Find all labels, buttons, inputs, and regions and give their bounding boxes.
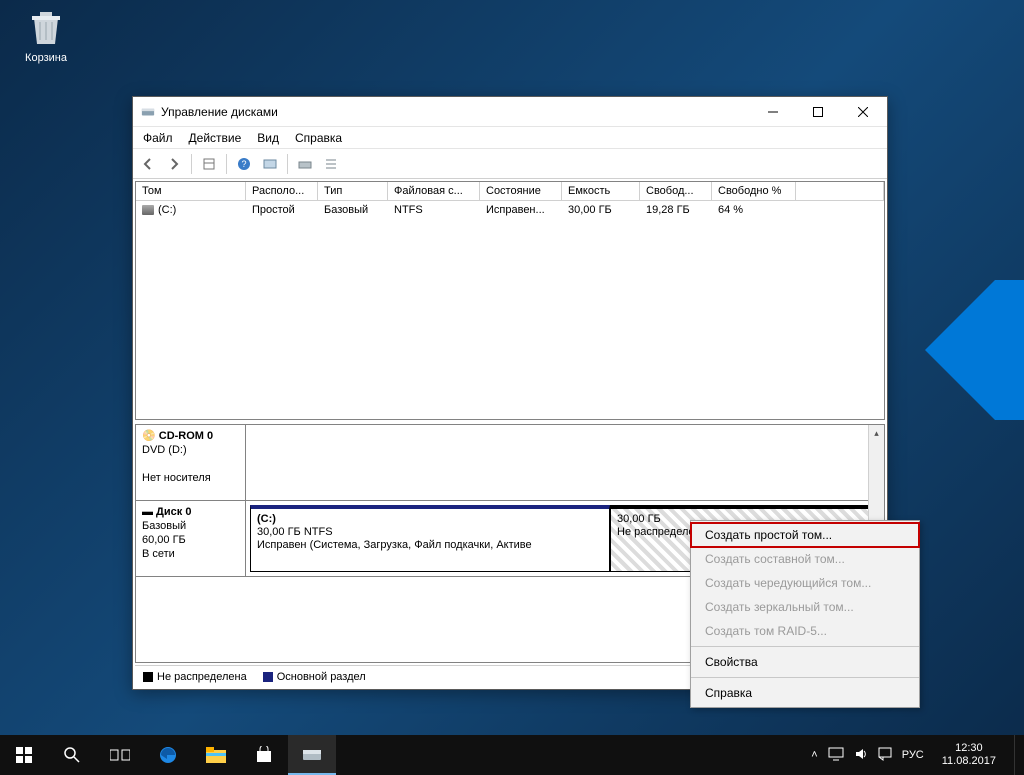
context-menu-item: Создать зеркальный том...: [691, 595, 919, 619]
volume-list-body[interactable]: (C:)ПростойБазовыйNTFSИсправен...30,00 Г…: [136, 201, 884, 419]
start-button[interactable]: [0, 735, 48, 775]
search-button[interactable]: [48, 735, 96, 775]
taskbar: ˄ РУС 12:30 11.08.2017: [0, 735, 1024, 775]
volume-row[interactable]: (C:)ПростойБазовыйNTFSИсправен...30,00 Г…: [136, 201, 884, 219]
windows-flag-decor: [884, 280, 1024, 420]
col-free-pct[interactable]: Свободно %: [712, 182, 796, 200]
col-volume[interactable]: Том: [136, 182, 246, 200]
task-view-button[interactable]: [96, 735, 144, 775]
tray-show-desktop[interactable]: [1014, 735, 1020, 775]
tray-time: 12:30: [942, 742, 996, 755]
context-menu-item: Создать чередующийся том...: [691, 571, 919, 595]
forward-button[interactable]: [163, 153, 185, 175]
toolbar-disk-icon[interactable]: [294, 153, 316, 175]
col-fs[interactable]: Файловая с...: [388, 182, 480, 200]
taskbar-disk-mgmt[interactable]: [288, 735, 336, 775]
desktop-recycle-bin[interactable]: Корзина: [16, 8, 76, 64]
maximize-button[interactable]: [795, 98, 840, 126]
context-menu: Создать простой том...Создать составной …: [690, 520, 920, 708]
toolbar: ?: [133, 149, 887, 179]
tray-volume-icon[interactable]: [854, 747, 868, 764]
help-icon[interactable]: ?: [233, 153, 255, 175]
tray-monitor-icon[interactable]: [828, 747, 844, 764]
context-menu-properties[interactable]: Свойства: [691, 650, 919, 674]
volume-list: Том Располо... Тип Файловая с... Состоян…: [135, 181, 885, 420]
col-status[interactable]: Состояние: [480, 182, 562, 200]
col-layout[interactable]: Располо...: [246, 182, 318, 200]
legend-unallocated: Не распределена: [143, 671, 247, 683]
disk-row: 📀 CD-ROM 0DVD (D:)Нет носителя: [136, 425, 884, 501]
disk-header[interactable]: 📀 CD-ROM 0DVD (D:)Нет носителя: [136, 425, 246, 500]
toolbar-options-icon[interactable]: [198, 153, 220, 175]
close-button[interactable]: [840, 98, 885, 126]
col-type[interactable]: Тип: [318, 182, 388, 200]
context-menu-item: Создать том RAID-5...: [691, 619, 919, 643]
desktop-recycle-bin-label: Корзина: [25, 52, 67, 64]
system-tray: ˄ РУС 12:30 11.08.2017: [807, 735, 1024, 775]
tray-chevron-icon[interactable]: ˄: [811, 749, 817, 761]
context-menu-item: Создать составной том...: [691, 547, 919, 571]
menu-bar: Файл Действие Вид Справка: [133, 127, 887, 149]
taskbar-explorer[interactable]: [192, 735, 240, 775]
menu-view[interactable]: Вид: [249, 128, 287, 148]
taskbar-edge[interactable]: [144, 735, 192, 775]
titlebar[interactable]: Управление дисками: [133, 97, 887, 127]
tray-notifications-icon[interactable]: [878, 747, 892, 764]
tray-clock[interactable]: 12:30 11.08.2017: [934, 742, 1004, 768]
window-title: Управление дисками: [161, 105, 750, 119]
partition-primary[interactable]: (C:)30,00 ГБ NTFSИсправен (Система, Загр…: [250, 505, 610, 572]
back-button[interactable]: [137, 153, 159, 175]
col-capacity[interactable]: Емкость: [562, 182, 640, 200]
col-free[interactable]: Свобод...: [640, 182, 712, 200]
recycle-bin-icon: [26, 8, 66, 48]
menu-help[interactable]: Справка: [287, 128, 350, 148]
disk-partitions: [246, 425, 884, 500]
app-icon: [141, 105, 155, 119]
volume-list-header: Том Располо... Тип Файловая с... Состоян…: [136, 182, 884, 201]
menu-action[interactable]: Действие: [181, 128, 250, 148]
tray-language[interactable]: РУС: [902, 749, 924, 761]
svg-text:?: ?: [241, 159, 246, 169]
tray-date: 11.08.2017: [942, 755, 996, 768]
toolbar-list-icon[interactable]: [320, 153, 342, 175]
legend-primary: Основной раздел: [263, 671, 366, 683]
toolbar-settings-icon[interactable]: [259, 153, 281, 175]
context-menu-item[interactable]: Создать простой том...: [691, 523, 919, 547]
taskbar-store[interactable]: [240, 735, 288, 775]
context-menu-help[interactable]: Справка: [691, 681, 919, 705]
menu-file[interactable]: Файл: [135, 128, 181, 148]
minimize-button[interactable]: [750, 98, 795, 126]
disk-header[interactable]: ▬ Диск 0Базовый60,00 ГБВ сети: [136, 501, 246, 576]
